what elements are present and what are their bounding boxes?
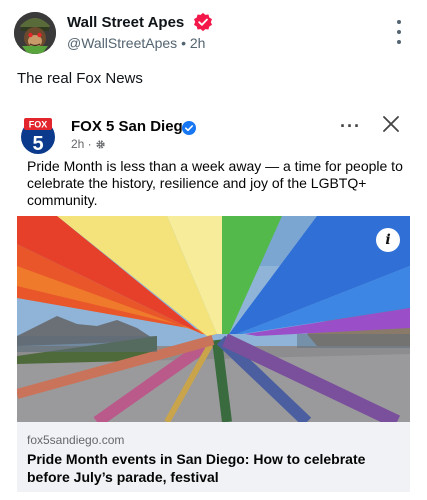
card-text: Pride Month is less than a week away — a… xyxy=(27,158,403,208)
avatar[interactable] xyxy=(14,12,56,54)
link-title[interactable]: Pride Month events in San Diego: How to … xyxy=(27,450,402,486)
link-preview[interactable]: fox5sandiego.com Pride Month events in S… xyxy=(17,422,410,492)
info-button[interactable]: i xyxy=(376,228,400,252)
author-name[interactable]: Wall Street Apes xyxy=(67,14,184,31)
link-domain: fox5sandiego.com xyxy=(27,433,125,447)
gear-icon xyxy=(96,139,105,149)
svg-text:FOX: FOX xyxy=(29,120,48,130)
handle-line: @WallStreetApes • 2h xyxy=(67,35,205,51)
verified-check-icon xyxy=(182,121,196,135)
pride-flag-image[interactable]: i xyxy=(17,216,410,422)
fox5-logo-icon: FOX 5 xyxy=(21,118,55,155)
verified-badge-icon xyxy=(194,12,212,32)
timestamp[interactable]: 2h xyxy=(190,35,206,51)
card-time[interactable]: 2h · xyxy=(71,137,92,151)
handle[interactable]: @WallStreetApes xyxy=(67,35,177,51)
card-meta: 2h · xyxy=(71,137,106,151)
more-horizontal-icon[interactable]: ··· xyxy=(340,116,361,137)
ape-avatar-icon xyxy=(14,12,56,54)
pride-parade-photo xyxy=(17,216,410,422)
embedded-facebook-post[interactable]: FOX 5 FOX 5 San Diego 2h · ··· Pride Mon… xyxy=(17,107,410,492)
fox5-logo[interactable]: FOX 5 xyxy=(20,118,56,155)
more-vertical-icon[interactable] xyxy=(392,20,406,44)
page-name[interactable]: FOX 5 San Diego xyxy=(71,118,192,135)
post-text: The real Fox News xyxy=(17,70,143,87)
separator: • xyxy=(181,35,186,51)
close-icon[interactable] xyxy=(382,115,400,133)
post: Wall Street Apes @WallStreetApes • 2h Th… xyxy=(0,0,427,500)
svg-text:5: 5 xyxy=(32,133,43,154)
